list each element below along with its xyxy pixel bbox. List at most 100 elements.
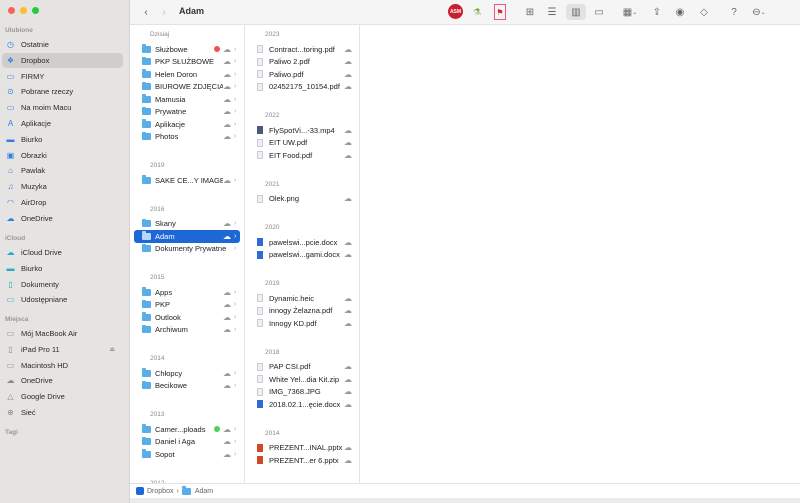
sidebar-item-ostatnie[interactable]: ◷ Ostatnie: [2, 37, 123, 52]
folder-row[interactable]: Adam ☁ ›: [134, 230, 240, 243]
sidebar-item-airdrop[interactable]: ◠ AirDrop: [2, 195, 123, 210]
folder-row[interactable]: Helen Doron ☁ ›: [134, 68, 240, 81]
file-row[interactable]: Olek.png ☁: [249, 193, 355, 206]
share-icon[interactable]: ⇪: [650, 4, 664, 20]
cloud-download-icon[interactable]: ☁: [344, 45, 352, 54]
sidebar-item-dokumenty[interactable]: ▯ Dokumenty: [2, 277, 123, 292]
sidebar-item-icloud-drive[interactable]: ☁ iCloud Drive: [2, 245, 123, 260]
cloud-download-icon[interactable]: ☁: [223, 176, 231, 185]
file-row[interactable]: 02452175_10154.pdf ☁: [249, 81, 355, 94]
folder-row[interactable]: Aplikacje ☁ ›: [134, 118, 240, 131]
folder-row[interactable]: SAKE CE...Y IMAGES ☁ ›: [134, 174, 240, 187]
extension-icon[interactable]: ⚗: [471, 4, 483, 20]
cloud-download-icon[interactable]: ☁: [223, 70, 231, 79]
folder-row[interactable]: Sopot ☁ ›: [134, 448, 240, 461]
sidebar-item-sie-[interactable]: ⊕ Sieć: [2, 405, 123, 420]
sidebar-item-macintosh-hd[interactable]: ▭ Macintosh HD: [2, 358, 123, 373]
cloud-download-icon[interactable]: ☁: [223, 232, 231, 241]
file-row[interactable]: pawelswi...pcie.docx ☁: [249, 236, 355, 249]
file-row[interactable]: Paliwo 2.pdf ☁: [249, 56, 355, 69]
file-row[interactable]: PREZENT...er 6.pptx ☁: [249, 454, 355, 467]
cloud-download-icon[interactable]: ☁: [344, 319, 352, 328]
folder-row[interactable]: PKP SŁUŻBOWE ☁ ›: [134, 56, 240, 69]
close-button[interactable]: [8, 7, 15, 14]
folder-row[interactable]: Dokumenty Prywatne ›: [134, 243, 240, 256]
group-by-button[interactable]: ▦ ⌄: [619, 4, 641, 20]
cloud-download-icon[interactable]: ☁: [344, 82, 352, 91]
cloud-download-icon[interactable]: ☁: [223, 450, 231, 459]
sidebar-item-google-drive[interactable]: △ Google Drive: [2, 389, 123, 404]
sidebar-item-onedrive[interactable]: ☁ OneDrive: [2, 373, 123, 388]
folder-row[interactable]: Chłopcy ☁ ›: [134, 367, 240, 380]
file-row[interactable]: Contract...toring.pdf ☁: [249, 43, 355, 56]
sidebar-item-biurko[interactable]: ▬ Biurko: [2, 132, 123, 147]
cloud-download-icon[interactable]: ☁: [223, 437, 231, 446]
back-button[interactable]: ‹: [140, 4, 152, 20]
file-row[interactable]: PAP CSI.pdf ☁: [249, 361, 355, 374]
cloud-download-icon[interactable]: ☁: [223, 313, 231, 322]
sidebar-item-muzyka[interactable]: ♫ Muzyka: [2, 179, 123, 194]
file-row[interactable]: FlySpotVi...-33.mp4 ☁: [249, 124, 355, 137]
file-row[interactable]: innogy Żelazna.pdf ☁: [249, 305, 355, 318]
sidebar-item-onedrive[interactable]: ☁ OneDrive: [2, 211, 123, 226]
cloud-download-icon[interactable]: ☁: [344, 126, 352, 135]
sidebar-item-na-moim-macu[interactable]: ▭ Na moim Macu: [2, 100, 123, 115]
cloud-download-icon[interactable]: ☁: [223, 82, 231, 91]
sidebar-item-ipad-pro-11[interactable]: ▯ iPad Pro 11 ⏏: [2, 342, 123, 357]
cloud-download-icon[interactable]: ☁: [344, 306, 352, 315]
cloud-download-icon[interactable]: ☁: [223, 325, 231, 334]
cloud-download-icon[interactable]: ☁: [344, 57, 352, 66]
zoom-button[interactable]: [32, 7, 39, 14]
folder-row[interactable]: Apps ☁ ›: [134, 286, 240, 299]
file-row[interactable]: Dynamic.heic ☁: [249, 292, 355, 305]
sidebar-item-pobrane-rzeczy[interactable]: ⊙ Pobrane rzeczy: [2, 84, 123, 99]
sidebar-item-obrazki[interactable]: ▣ Obrazki: [2, 148, 123, 163]
sidebar-item-dropbox[interactable]: ❖ Dropbox: [2, 52, 123, 68]
cloud-download-icon[interactable]: ☁: [344, 375, 352, 384]
folder-row[interactable]: Mamusia ☁ ›: [134, 93, 240, 106]
cloud-download-icon[interactable]: ☁: [344, 70, 352, 79]
more-actions-button[interactable]: ⊖ ⌄: [748, 4, 770, 20]
cloud-download-icon[interactable]: ☁: [223, 381, 231, 390]
folder-row[interactable]: BIUROWE ZDJĘCIA ☁ ›: [134, 81, 240, 94]
file-row[interactable]: EIT UW.pdf ☁: [249, 137, 355, 150]
cloud-download-icon[interactable]: ☁: [223, 57, 231, 66]
folder-row[interactable]: Służbowe ☁ ›: [134, 43, 240, 56]
folder-row[interactable]: PKP ☁ ›: [134, 299, 240, 312]
icon-view-button[interactable]: ⊞: [523, 4, 537, 20]
file-row[interactable]: PREZENT...INAL.pptx ☁: [249, 442, 355, 455]
cloud-download-icon[interactable]: ☁: [223, 369, 231, 378]
folder-row[interactable]: Camer...ploads ☁ ›: [134, 423, 240, 436]
extension-flag-icon[interactable]: ⚑: [494, 4, 506, 20]
sidebar-item-udost-pniane[interactable]: ▭ Udostępniane: [2, 292, 123, 307]
cloud-download-icon[interactable]: ☁: [223, 107, 231, 116]
cloud-download-icon[interactable]: ☁: [344, 250, 352, 259]
cloud-download-icon[interactable]: ☁: [223, 95, 231, 104]
help-icon[interactable]: ?: [728, 4, 740, 20]
folder-row[interactable]: Photos ☁ ›: [134, 131, 240, 144]
file-row[interactable]: White Yel...dia Kit.zip ☁: [249, 373, 355, 386]
list-view-button[interactable]: ☰: [545, 4, 559, 20]
cloud-download-icon[interactable]: ☁: [223, 120, 231, 129]
cloud-download-icon[interactable]: ☁: [223, 219, 231, 228]
cloud-download-icon[interactable]: ☁: [223, 425, 231, 434]
folder-row[interactable]: Skany ☁ ›: [134, 218, 240, 231]
cloud-download-icon[interactable]: ☁: [344, 138, 352, 147]
path-item-adam[interactable]: Adam: [195, 488, 213, 495]
file-row[interactable]: Innogy KD.pdf ☁: [249, 317, 355, 330]
path-item-dropbox[interactable]: Dropbox: [147, 488, 173, 495]
cloud-download-icon[interactable]: ☁: [344, 400, 352, 409]
tag-icon[interactable]: ◇: [697, 4, 711, 20]
cloud-download-icon[interactable]: ☁: [223, 300, 231, 309]
sidebar-item-biurko[interactable]: ▬ Biurko: [2, 261, 123, 276]
forward-button[interactable]: ›: [158, 4, 170, 20]
file-row[interactable]: 2018.02.1...ęcie.docx ☁: [249, 398, 355, 411]
eject-icon[interactable]: ⏏: [109, 346, 115, 353]
minimize-button[interactable]: [20, 7, 27, 14]
cloud-download-icon[interactable]: ☁: [344, 387, 352, 396]
cloud-download-icon[interactable]: ☁: [223, 132, 231, 141]
folder-row[interactable]: Daniel i Aga ☁ ›: [134, 436, 240, 449]
cloud-download-icon[interactable]: ☁: [344, 362, 352, 371]
cloud-download-icon[interactable]: ☁: [344, 151, 352, 160]
folder-row[interactable]: Outlook ☁ ›: [134, 311, 240, 324]
